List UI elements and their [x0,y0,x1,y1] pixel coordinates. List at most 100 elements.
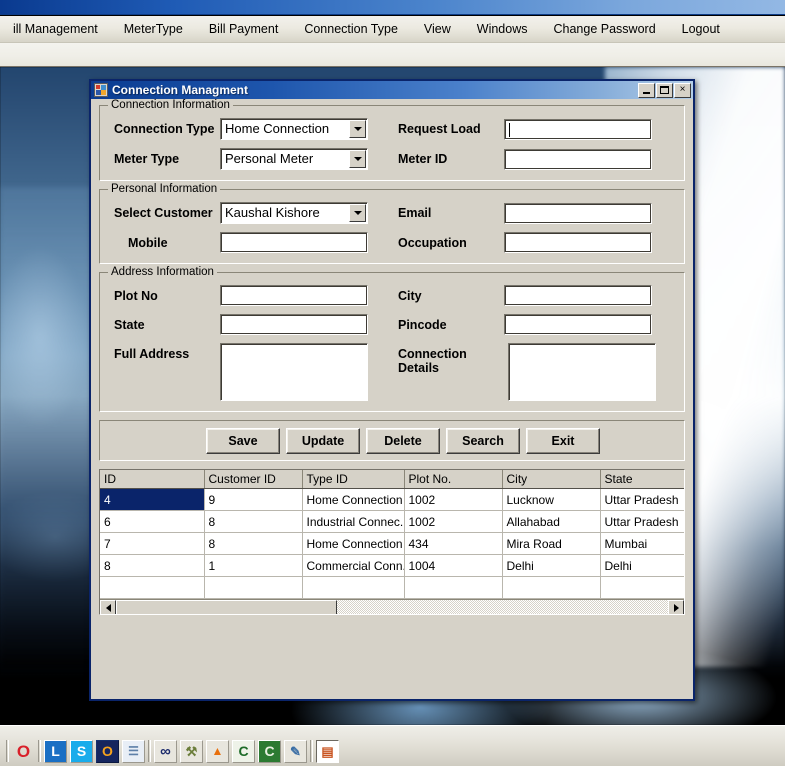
connections-datagrid[interactable]: ID Customer ID Type ID Plot No. City Sta… [99,469,685,615]
table-row[interactable]: 4 9 Home Connection 1002 Lucknow Uttar P… [100,488,684,511]
cell-plot-no[interactable] [404,576,503,599]
cell-type-id[interactable]: Home Connection [302,488,405,511]
scrollbar-thumb[interactable] [116,600,337,614]
turbo-cpp-icon[interactable]: C [258,739,281,763]
window-titlebar[interactable]: Connection Managment × [91,79,693,99]
infinity-icon[interactable]: ∞ [154,739,177,763]
cell-customer-id[interactable]: 8 [204,510,303,533]
menu-item-change-password[interactable]: Change Password [541,18,669,41]
cell-customer-id[interactable]: 1 [204,554,303,577]
request-load-input[interactable] [504,118,652,140]
table-row[interactable]: 7 8 Home Connection 434 Mira Road Mumbai [100,532,684,555]
paint-icon[interactable]: ✎ [284,739,307,763]
email-field[interactable] [504,202,652,224]
table-row[interactable] [100,576,684,599]
column-header-state[interactable]: State [600,470,684,489]
skype-icon[interactable]: S [70,739,93,763]
state-label: State [114,317,145,332]
cell-plot-no[interactable]: 1002 [404,510,503,533]
cell-state[interactable] [600,576,684,599]
occupation-input[interactable] [504,232,652,253]
scroll-left-icon[interactable] [100,600,116,614]
column-header-type-id[interactable]: Type ID [302,470,405,489]
menu-item-bill-management[interactable]: ill Management [0,18,111,41]
cell-customer-id[interactable] [204,576,303,599]
state-input[interactable] [220,314,368,335]
cell-customer-id[interactable]: 9 [204,488,303,511]
select-customer-select[interactable]: Kaushal Kishore [220,202,368,224]
table-row[interactable]: 8 1 Commercial Conn... 1004 Delhi Delhi [100,554,684,577]
cell-id[interactable]: 4 [100,488,205,511]
scrollbar-track[interactable] [116,600,668,614]
cell-city[interactable]: Allahabad [502,510,601,533]
update-button[interactable]: Update [286,427,360,454]
application-titlebar-strip [0,0,785,15]
connection-details-textarea[interactable] [508,343,656,401]
connection-type-select[interactable]: Home Connection [220,118,368,140]
menu-item-bill-payment[interactable]: Bill Payment [196,18,291,41]
opera-mail-icon[interactable]: O [96,739,119,763]
occupation-label: Occupation [398,235,467,250]
menu-item-view[interactable]: View [411,18,464,41]
menu-item-logout[interactable]: Logout [669,18,733,41]
cell-state[interactable]: Uttar Pradesh [600,488,684,511]
datagrid-horizontal-scrollbar[interactable] [100,599,684,614]
menu-item-connection-type[interactable]: Connection Type [291,18,411,41]
menu-item-metertype[interactable]: MeterType [111,18,196,41]
cell-state[interactable]: Uttar Pradesh [600,510,684,533]
chevron-down-icon[interactable] [349,204,366,222]
city-input[interactable] [504,285,652,306]
cell-plot-no[interactable]: 1002 [404,488,503,511]
opera-icon[interactable]: O [12,740,35,763]
vlc-icon[interactable]: ▲ [206,739,229,763]
minimize-button[interactable] [638,82,655,98]
column-header-city[interactable]: City [502,470,601,489]
scroll-right-icon[interactable] [668,600,684,614]
table-row[interactable]: 6 8 Industrial Connec... 1002 Allahabad … [100,510,684,533]
cell-city[interactable] [502,576,601,599]
cell-id[interactable]: 6 [100,510,205,533]
notepad-icon[interactable]: ☰ [122,739,145,763]
pincode-input[interactable] [504,314,652,335]
delete-button[interactable]: Delete [366,427,440,454]
cell-id[interactable]: 7 [100,532,205,555]
close-button[interactable]: × [674,82,691,98]
quick-launch-separator [148,740,151,762]
chevron-down-icon[interactable] [349,150,366,168]
plot-no-input[interactable] [220,285,368,306]
active-app-icon[interactable]: ▤ [316,739,339,763]
search-button[interactable]: Search [446,427,520,454]
cell-id[interactable] [100,576,205,599]
mdi-client-area: Connection Managment × Connection Inform… [0,67,785,725]
cell-id[interactable]: 8 [100,554,205,577]
column-header-id[interactable]: ID [100,470,205,489]
meter-id-input[interactable] [504,148,652,170]
turbo-c-icon[interactable]: C [232,739,255,763]
column-header-plot-no[interactable]: Plot No. [404,470,503,489]
mobile-input[interactable] [220,232,368,253]
maximize-button[interactable] [656,82,673,98]
chevron-down-icon[interactable] [349,120,366,138]
full-address-textarea[interactable] [220,343,368,401]
cell-customer-id[interactable]: 8 [204,532,303,555]
email-label: Email [398,206,432,220]
save-button[interactable]: Save [206,427,280,454]
cell-state[interactable]: Delhi [600,554,684,577]
cell-city[interactable]: Delhi [502,554,601,577]
cell-type-id[interactable]: Home Connection [302,532,405,555]
cell-state[interactable]: Mumbai [600,532,684,555]
cell-city[interactable]: Mira Road [502,532,601,555]
cell-city[interactable]: Lucknow [502,488,601,511]
personal-information-legend: Personal Information [108,183,221,195]
cell-type-id[interactable] [302,576,405,599]
menu-item-windows[interactable]: Windows [464,18,541,41]
column-header-customer-id[interactable]: Customer ID [204,470,303,489]
cell-type-id[interactable]: Commercial Conn... [302,554,405,577]
lync-icon[interactable]: L [44,739,67,763]
meter-type-select[interactable]: Personal Meter [220,148,368,170]
tools-icon[interactable]: ⚒ [180,739,203,763]
cell-plot-no[interactable]: 434 [404,532,503,555]
cell-plot-no[interactable]: 1004 [404,554,503,577]
cell-type-id[interactable]: Industrial Connec... [302,510,405,533]
exit-button[interactable]: Exit [526,427,600,454]
